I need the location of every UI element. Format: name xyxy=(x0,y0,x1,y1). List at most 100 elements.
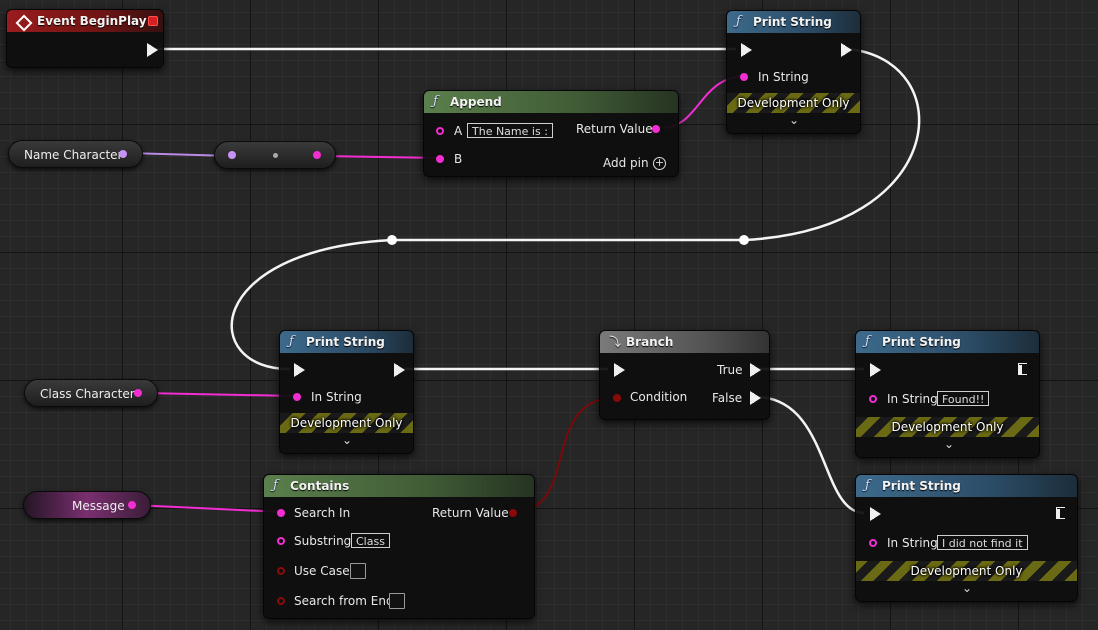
print-string-1-exec-in[interactable] xyxy=(741,43,752,57)
append-return-label: Return Value xyxy=(576,122,653,136)
print-string-not-found-in-string-input[interactable]: I did not find it xyxy=(937,535,1028,550)
contains-node[interactable]: ƒ Contains Search In Return Value Substr… xyxy=(263,474,535,619)
print-string-found-exec-in[interactable] xyxy=(870,363,881,377)
branch-header: ⤵ Branch xyxy=(600,331,769,353)
contains-return-pin[interactable] xyxy=(509,509,517,517)
event-beginplay-node[interactable]: Event BeginPlay xyxy=(6,9,164,68)
print-string-1-in-string-label: In String xyxy=(758,70,809,84)
function-icon: ƒ xyxy=(433,94,438,109)
print-string-2-dev-only: Development Only xyxy=(280,413,413,433)
append-pin-a-label: A xyxy=(454,124,463,138)
contains-header: ƒ Contains xyxy=(264,475,534,497)
print-string-found-title: Print String xyxy=(882,335,961,349)
append-add-pin-label[interactable]: Add pin xyxy=(603,156,649,170)
branch-true-exec-out[interactable] xyxy=(750,363,761,377)
print-string-1-title: Print String xyxy=(753,15,832,29)
contains-substring-input[interactable]: Class xyxy=(351,533,390,548)
print-string-not-found-in-string-label: In String xyxy=(887,536,938,550)
print-string-2-expand-chevron-icon[interactable]: ⌄ xyxy=(337,433,357,447)
print-string-found-in-string-pin[interactable] xyxy=(869,395,877,403)
contains-return-label: Return Value xyxy=(432,506,509,520)
event-diamond-icon xyxy=(15,14,33,32)
print-string-1-exec-out[interactable] xyxy=(841,43,852,57)
branch-condition-pin[interactable] xyxy=(613,394,621,402)
branch-title: Branch xyxy=(626,335,674,349)
print-string-node-2[interactable]: ƒ Print String In String Development Onl… xyxy=(279,330,414,454)
contains-use-case-label: Use Case xyxy=(294,564,350,578)
contains-use-case-pin[interactable] xyxy=(277,567,285,575)
branch-node[interactable]: ⤵ Branch Condition True False xyxy=(599,330,770,420)
add-pin-plus-icon[interactable]: + xyxy=(653,157,666,170)
contains-use-case-checkbox[interactable] xyxy=(350,563,366,579)
print-string-2-title: Print String xyxy=(306,335,385,349)
append-pin-a[interactable] xyxy=(436,127,444,135)
append-title: Append xyxy=(450,95,502,109)
reroute-knot-1[interactable] xyxy=(387,235,397,245)
event-beginplay-title: Event BeginPlay xyxy=(37,14,147,28)
function-icon: ƒ xyxy=(736,14,741,29)
event-beginplay-exec-out[interactable] xyxy=(147,43,158,57)
branch-icon: ⤵ xyxy=(609,335,622,349)
branch-exec-in[interactable] xyxy=(614,363,625,377)
event-beginplay-header: Event BeginPlay xyxy=(7,10,163,32)
branch-condition-label: Condition xyxy=(630,390,688,404)
class-character-out-pin[interactable] xyxy=(134,389,142,397)
exec-wire-branch-false xyxy=(757,395,865,515)
conversion-in-pin[interactable] xyxy=(228,151,236,159)
append-pin-b-label: B xyxy=(454,152,463,166)
print-string-found-in-string-label: In String xyxy=(887,392,938,406)
print-string-2-exec-in[interactable] xyxy=(294,363,305,377)
contains-search-from-end-checkbox[interactable] xyxy=(389,593,405,609)
print-string-1-header: ƒ Print String xyxy=(727,11,860,33)
print-string-found-in-string-input[interactable]: Found!! xyxy=(937,391,990,406)
contains-substring-pin[interactable] xyxy=(277,537,285,545)
print-string-2-exec-out[interactable] xyxy=(394,363,405,377)
name-to-string-conversion-node[interactable] xyxy=(214,141,336,169)
print-string-2-in-string-label: In String xyxy=(311,390,362,404)
contains-search-from-end-pin[interactable] xyxy=(277,597,285,605)
append-return-pin[interactable] xyxy=(652,125,660,133)
function-icon: ƒ xyxy=(273,478,278,493)
append-pin-b[interactable] xyxy=(436,155,444,163)
name-character-out-pin[interactable] xyxy=(119,150,127,158)
contains-search-in-pin[interactable] xyxy=(277,509,285,517)
print-string-2-in-string-pin[interactable] xyxy=(293,393,301,401)
contains-search-in-label: Search In xyxy=(294,506,351,520)
print-string-found-header: ƒ Print String xyxy=(856,331,1039,353)
print-string-found-node[interactable]: ƒ Print String In String Found!! Develop… xyxy=(855,330,1040,458)
class-character-label: Class Character xyxy=(40,387,135,401)
function-icon: ƒ xyxy=(865,478,870,493)
contains-title: Contains xyxy=(290,479,350,493)
print-string-not-found-title: Print String xyxy=(882,479,961,493)
function-icon: ƒ xyxy=(289,334,294,349)
print-string-not-found-exec-out[interactable] xyxy=(1056,507,1067,521)
print-string-not-found-dev-only: Development Only xyxy=(856,561,1077,581)
print-string-node-1[interactable]: ƒ Print String In String Development Onl… xyxy=(726,10,861,134)
print-string-1-expand-chevron-icon[interactable]: ⌄ xyxy=(784,113,804,127)
conversion-out-pin[interactable] xyxy=(313,151,321,159)
message-out-pin[interactable] xyxy=(128,501,136,509)
print-string-1-in-string-pin[interactable] xyxy=(740,73,748,81)
append-pin-a-input[interactable]: The Name is : xyxy=(467,123,553,138)
string-wire-message-contains xyxy=(133,504,283,513)
print-string-1-dev-only: Development Only xyxy=(727,93,860,113)
print-string-found-expand-chevron-icon[interactable]: ⌄ xyxy=(939,437,959,451)
contains-substring-label: Substring xyxy=(294,534,352,548)
conversion-dot-icon xyxy=(273,153,278,158)
reroute-knot-2[interactable] xyxy=(739,235,749,245)
print-string-not-found-exec-in[interactable] xyxy=(870,507,881,521)
print-string-not-found-expand-chevron-icon[interactable]: ⌄ xyxy=(957,581,977,595)
class-character-variable[interactable]: Class Character xyxy=(24,379,158,407)
message-variable[interactable]: Message xyxy=(23,491,151,519)
print-string-found-dev-only: Development Only xyxy=(856,417,1039,437)
print-string-not-found-node[interactable]: ƒ Print String In String I did not find … xyxy=(855,474,1078,602)
delegate-pin-icon[interactable] xyxy=(148,16,158,26)
print-string-not-found-in-string-pin[interactable] xyxy=(869,539,877,547)
name-character-variable[interactable]: Name Character xyxy=(8,140,143,168)
branch-true-label: True xyxy=(717,363,743,377)
branch-false-exec-out[interactable] xyxy=(750,391,761,405)
append-header: ƒ Append xyxy=(424,91,678,113)
print-string-found-exec-out[interactable] xyxy=(1018,363,1029,377)
append-node[interactable]: ƒ Append A The Name is : B Return Value … xyxy=(423,90,679,177)
function-icon: ƒ xyxy=(865,334,870,349)
